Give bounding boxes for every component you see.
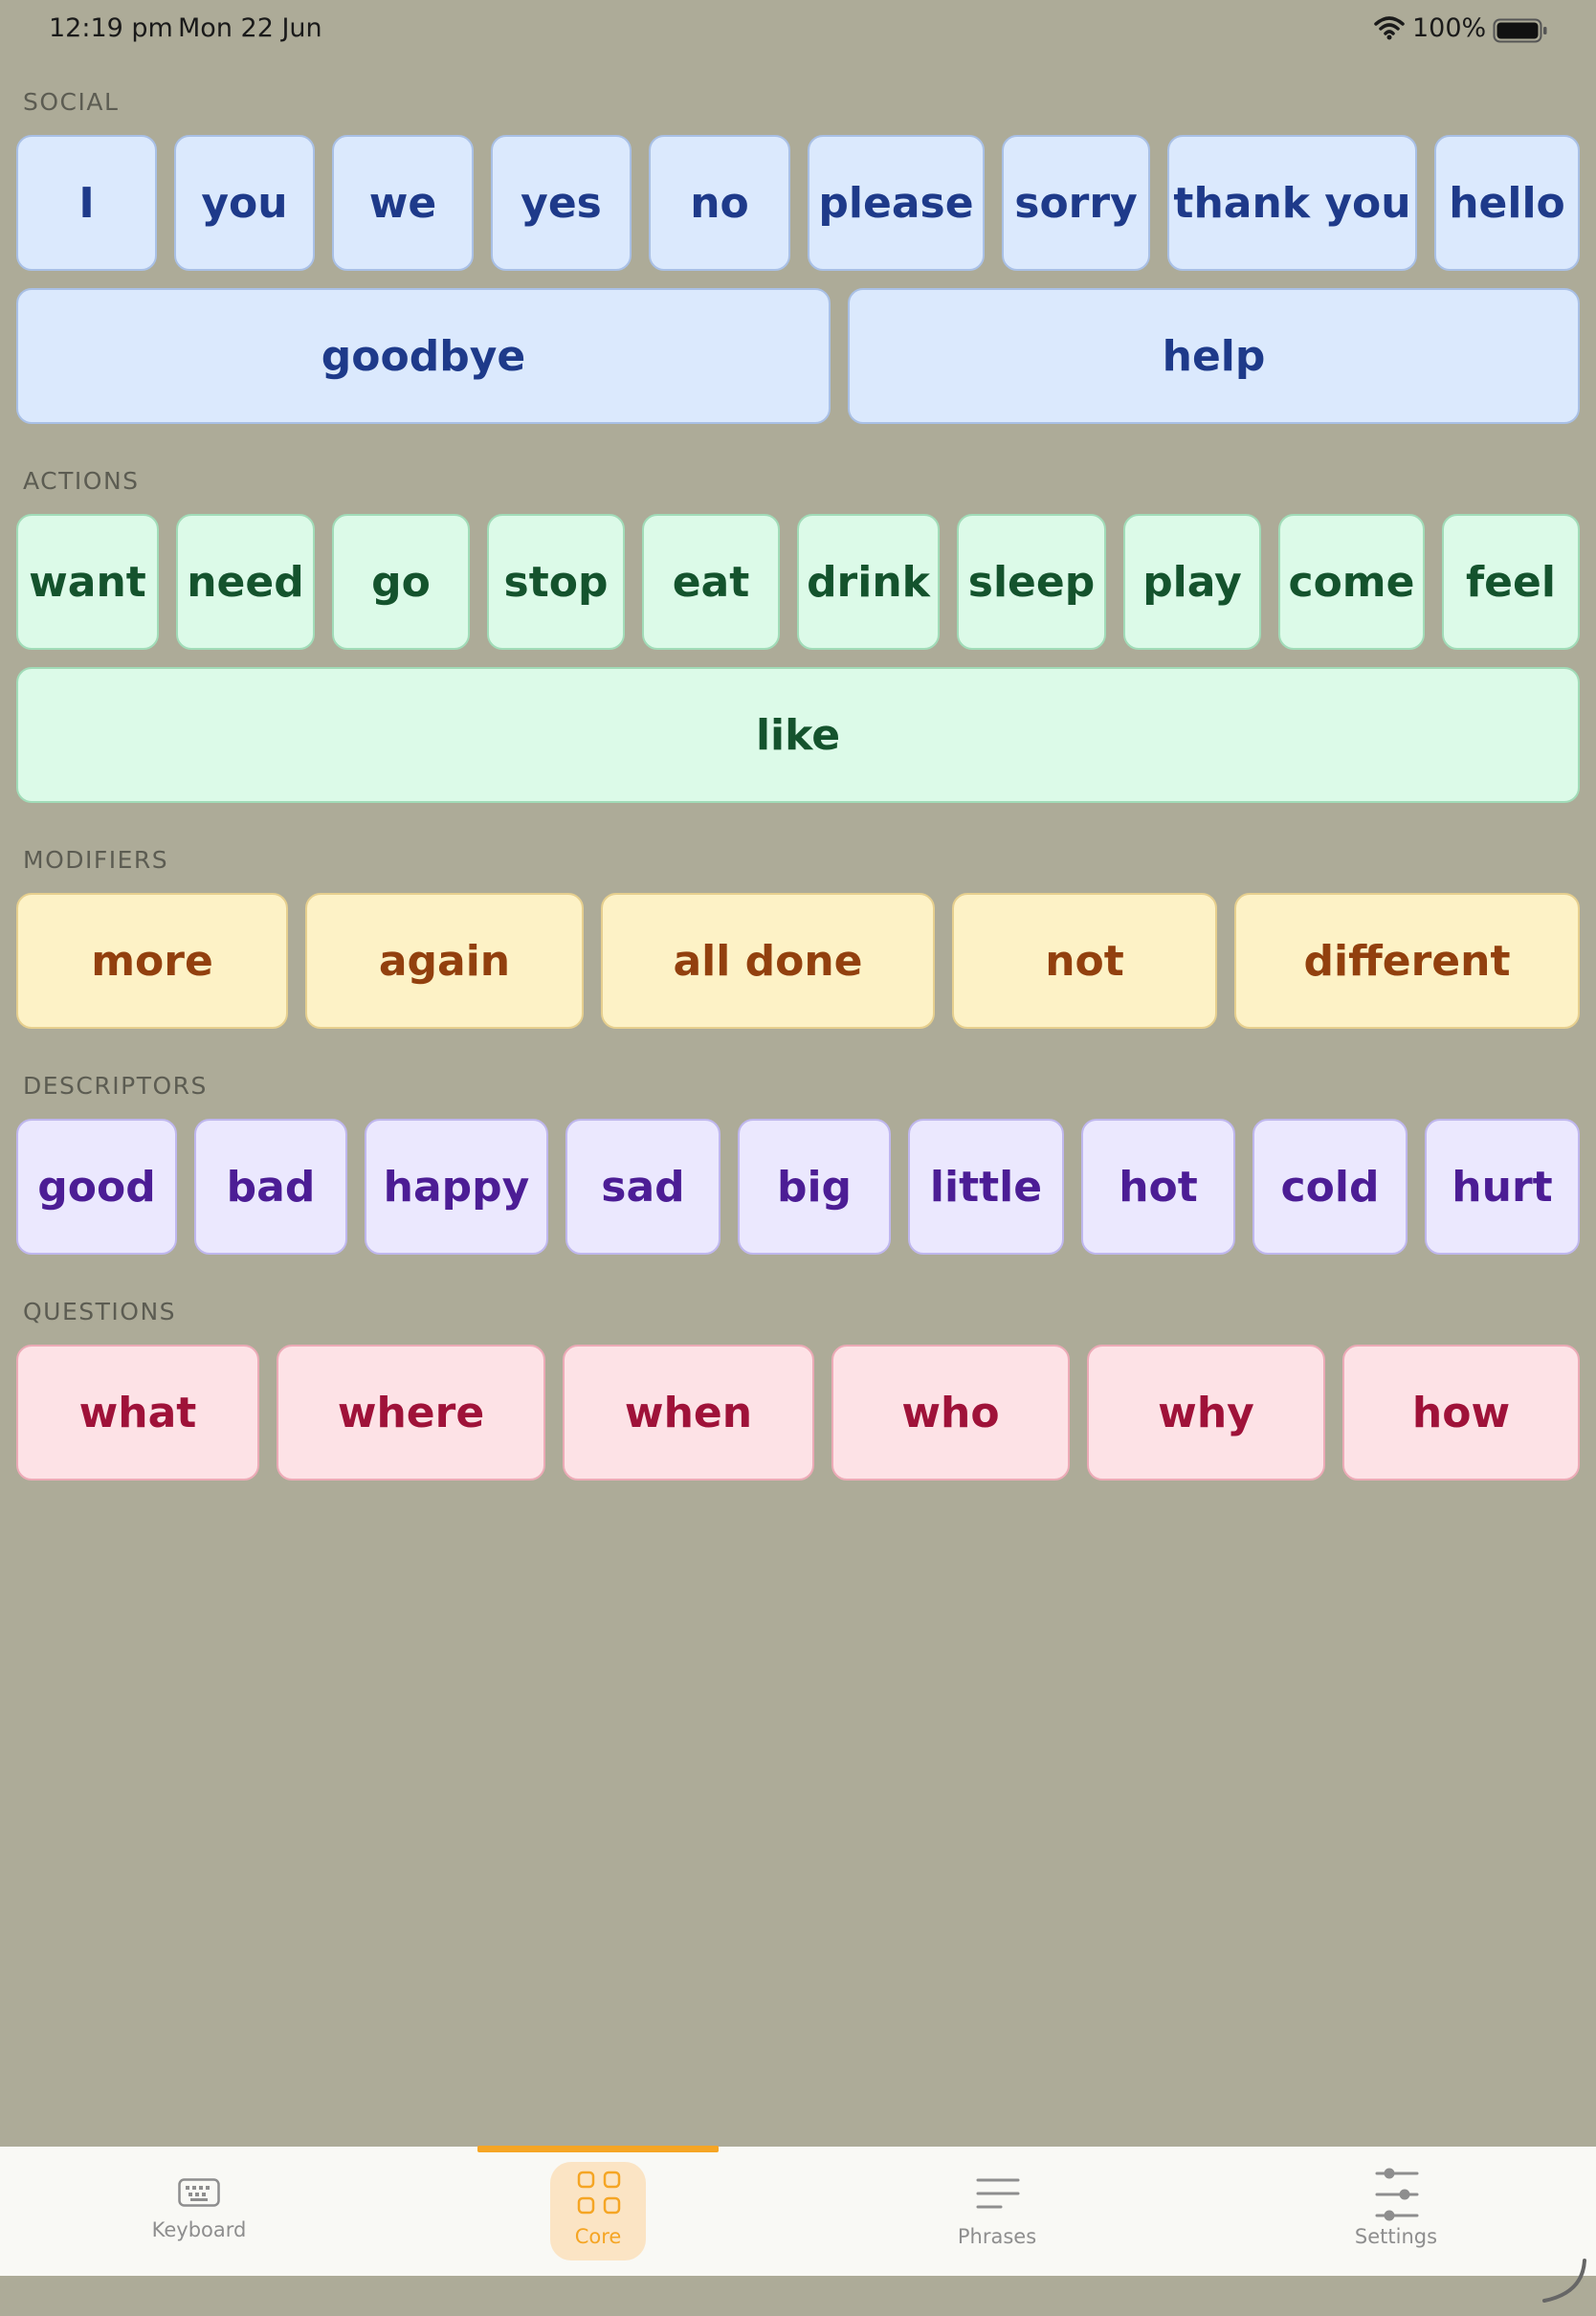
- word-tile-why[interactable]: why: [1087, 1345, 1325, 1481]
- word-tile-goodbye[interactable]: goodbye: [16, 288, 831, 424]
- section-label-social: SOCIAL: [23, 88, 120, 116]
- word-tile-what[interactable]: what: [16, 1345, 259, 1481]
- word-tile-yes[interactable]: yes: [491, 135, 632, 271]
- tab-label-phrases: Phrases: [957, 2225, 1037, 2248]
- grid-icon: [577, 2171, 621, 2218]
- status-date: Mon 22 Jun: [178, 13, 322, 43]
- word-tile-hurt[interactable]: hurt: [1425, 1119, 1580, 1255]
- wifi-icon: [1374, 15, 1405, 44]
- word-tile-who[interactable]: who: [831, 1345, 1070, 1481]
- word-tile-sad[interactable]: sad: [565, 1119, 720, 1255]
- status-time: 12:19 pm: [49, 13, 173, 43]
- section-label-actions: ACTIONS: [23, 467, 140, 495]
- word-tile-go[interactable]: go: [332, 514, 470, 650]
- bottom-strip: [0, 2276, 1596, 2316]
- word-tile-want[interactable]: want: [16, 514, 159, 650]
- word-tile-play[interactable]: play: [1123, 514, 1261, 650]
- word-tile-happy[interactable]: happy: [365, 1119, 548, 1255]
- resize-handle-icon[interactable]: [1541, 2257, 1588, 2308]
- word-tile-sorry[interactable]: sorry: [1002, 135, 1150, 271]
- word-tile-little[interactable]: little: [908, 1119, 1064, 1255]
- word-tile-stop[interactable]: stop: [487, 514, 625, 650]
- keyboard-icon: [178, 2178, 220, 2211]
- tab-core[interactable]: Core: [550, 2147, 646, 2276]
- word-tile-when[interactable]: when: [563, 1345, 814, 1481]
- section-label-descriptors: DESCRIPTORS: [23, 1072, 208, 1100]
- tab-phrases[interactable]: Phrases: [947, 2147, 1047, 2276]
- word-tile-good[interactable]: good: [16, 1119, 177, 1255]
- word-tile-more[interactable]: more: [16, 893, 288, 1029]
- tab-keyboard[interactable]: Keyboard: [134, 2147, 264, 2276]
- word-tile-no[interactable]: no: [649, 135, 790, 271]
- word-tile-eat[interactable]: eat: [642, 514, 780, 650]
- battery-percent: 100%: [1412, 13, 1487, 43]
- word-tile-thank-you[interactable]: thank you: [1167, 135, 1417, 271]
- word-tile-hot[interactable]: hot: [1081, 1119, 1235, 1255]
- lines-icon: [976, 2177, 1020, 2214]
- battery-icon: [1493, 18, 1548, 47]
- word-tile-big[interactable]: big: [738, 1119, 891, 1255]
- word-tile-where[interactable]: where: [277, 1345, 545, 1481]
- word-tile-how[interactable]: how: [1342, 1345, 1580, 1481]
- word-tile-i[interactable]: I: [16, 135, 157, 271]
- tab-settings[interactable]: Settings: [1346, 2147, 1446, 2276]
- word-tile-cold[interactable]: cold: [1252, 1119, 1408, 1255]
- word-tile-come[interactable]: come: [1278, 514, 1425, 650]
- tab-label-settings: Settings: [1354, 2225, 1438, 2248]
- word-tile-like[interactable]: like: [16, 667, 1580, 803]
- word-tile-all-done[interactable]: all done: [601, 893, 935, 1029]
- word-tile-we[interactable]: we: [332, 135, 474, 271]
- sliders-icon: [1375, 2168, 1419, 2225]
- status-bar: 12:19 pm Mon 22 Jun 100%: [0, 0, 1596, 61]
- word-tile-please[interactable]: please: [808, 135, 985, 271]
- word-tile-sleep[interactable]: sleep: [957, 514, 1106, 650]
- section-label-modifiers: MODIFIERS: [23, 846, 169, 874]
- word-tile-bad[interactable]: bad: [194, 1119, 347, 1255]
- word-tile-hello[interactable]: hello: [1434, 135, 1580, 271]
- tab-label-keyboard: Keyboard: [151, 2218, 247, 2241]
- tab-label-core: Core: [574, 2225, 622, 2248]
- word-tile-not[interactable]: not: [952, 893, 1217, 1029]
- word-tile-drink[interactable]: drink: [797, 514, 940, 650]
- section-label-questions: QUESTIONS: [23, 1298, 177, 1325]
- word-tile-you[interactable]: you: [174, 135, 315, 271]
- word-tile-need[interactable]: need: [176, 514, 315, 650]
- word-tile-feel[interactable]: feel: [1442, 514, 1580, 650]
- word-tile-help[interactable]: help: [848, 288, 1580, 424]
- word-tile-again[interactable]: again: [305, 893, 584, 1029]
- word-tile-different[interactable]: different: [1234, 893, 1580, 1029]
